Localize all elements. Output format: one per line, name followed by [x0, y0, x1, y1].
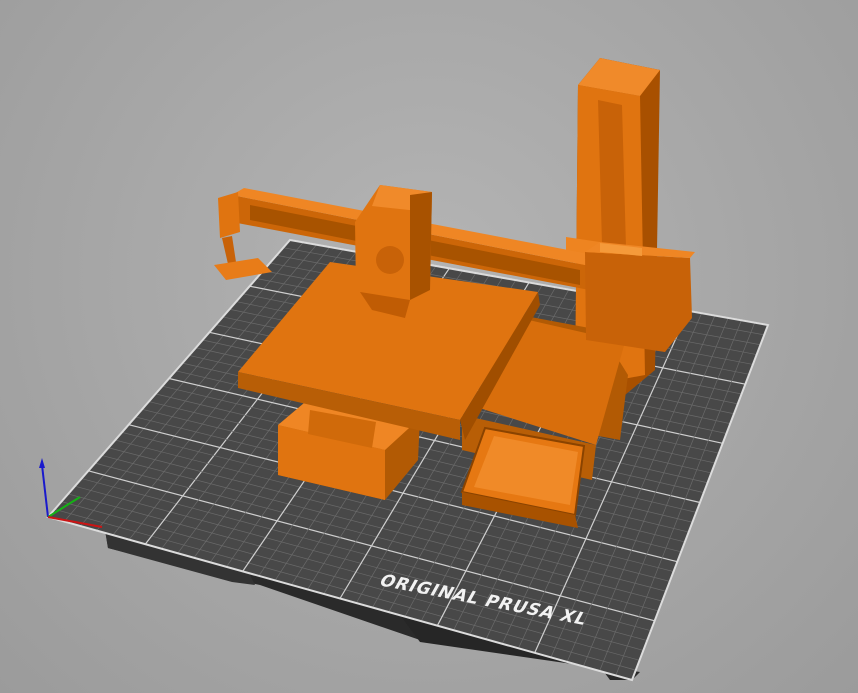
3d-viewport[interactable]: ORIGINAL PRUSA XL: [0, 0, 858, 693]
tower-carriage: [585, 252, 692, 352]
print-head-side: [410, 192, 432, 300]
print-head-fan: [376, 246, 404, 274]
tower-slot: [598, 100, 626, 248]
z-axis-line: [41, 464, 49, 518]
scene-canvas[interactable]: ORIGINAL PRUSA XL: [0, 0, 858, 693]
arm-end-cap: [218, 192, 240, 238]
z-axis-arrow: [39, 458, 45, 468]
arm-hook: [222, 236, 236, 264]
